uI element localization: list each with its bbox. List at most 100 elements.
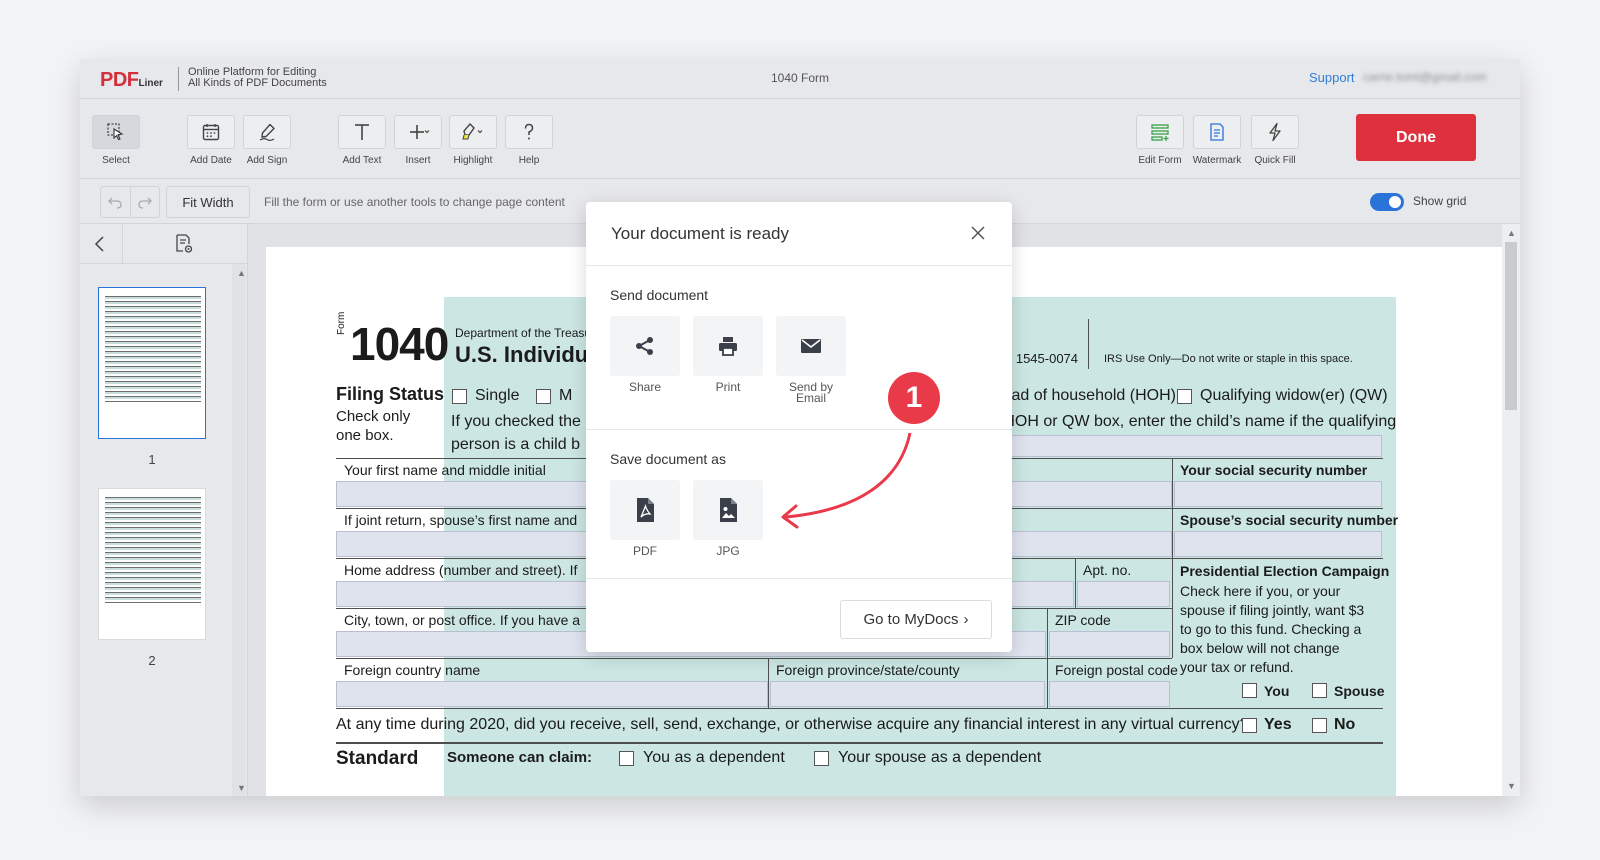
- single-checkbox[interactable]: [452, 389, 467, 404]
- pec-you-label: You: [1264, 683, 1290, 699]
- zip-label: ZIP code: [1055, 612, 1111, 628]
- print-option[interactable]: Print: [693, 316, 763, 393]
- married-checkbox[interactable]: [536, 389, 551, 404]
- highlight-label: Highlight: [453, 155, 493, 166]
- edit-form-button[interactable]: [1136, 115, 1184, 149]
- scroll-down-arrow-icon[interactable]: ▼: [1507, 781, 1516, 791]
- add-text-button[interactable]: [338, 115, 386, 149]
- save-jpg-option[interactable]: JPG: [693, 480, 763, 557]
- help-tool[interactable]: Help: [504, 115, 554, 166]
- qw-checkbox[interactable]: [1177, 389, 1192, 404]
- print-button[interactable]: [693, 316, 763, 376]
- add-text-label: Add Text: [342, 155, 382, 166]
- calendar-icon: [202, 124, 220, 141]
- form-title: U.S. Individual: [455, 342, 607, 367]
- spouse-ssn-field[interactable]: [1174, 531, 1382, 557]
- apt-field[interactable]: [1077, 581, 1170, 607]
- foreign-province-field[interactable]: [770, 681, 1045, 707]
- send-email-option[interactable]: Send by Email: [776, 316, 846, 404]
- page-thumbnails-panel: 1 2 ▲ ▼: [80, 224, 248, 796]
- scrollbar-thumb[interactable]: [1505, 242, 1517, 410]
- spouse-dependent-checkbox[interactable]: [814, 751, 829, 766]
- add-sign-button[interactable]: [243, 115, 291, 149]
- qualifying-child-name-field[interactable]: [990, 435, 1382, 457]
- add-date-tool[interactable]: Add Date: [186, 115, 236, 166]
- select-cursor-icon: [107, 123, 124, 141]
- page-thumbnail-1[interactable]: [98, 287, 206, 439]
- save-pdf-option[interactable]: PDF: [610, 480, 680, 557]
- you-dependent-checkbox[interactable]: [619, 751, 634, 766]
- printer-icon: [719, 337, 737, 356]
- document-scrollbar[interactable]: ▲ ▼: [1502, 224, 1520, 796]
- help-button[interactable]: [505, 115, 553, 149]
- go-to-mydocs-button[interactable]: Go to MyDocs ›: [840, 600, 992, 639]
- undo-button[interactable]: [101, 187, 130, 217]
- redo-button[interactable]: [129, 187, 160, 217]
- print-label: Print: [715, 380, 741, 394]
- lightning-icon: [1269, 122, 1281, 142]
- document-settings-button[interactable]: [174, 233, 194, 260]
- insert-label: Insert: [405, 155, 431, 166]
- share-option[interactable]: Share: [610, 316, 680, 393]
- close-dialog-button[interactable]: [970, 225, 986, 246]
- single-label: Single: [475, 387, 520, 404]
- save-pdf-button[interactable]: [610, 480, 680, 540]
- hoh-label: Head of household (HOH): [991, 387, 1176, 404]
- page-thumbnail-2[interactable]: [98, 488, 206, 640]
- insert-button[interactable]: [394, 115, 442, 149]
- virtual-currency-question: At any time during 2020, did you receive…: [336, 716, 1249, 733]
- quick-fill-button[interactable]: [1251, 115, 1299, 149]
- foreign-country-field[interactable]: [336, 681, 768, 707]
- share-label: Share: [628, 380, 662, 394]
- scroll-up-arrow-icon[interactable]: ▲: [237, 268, 246, 278]
- highlight-button[interactable]: [449, 115, 497, 149]
- virtual-currency-yes-checkbox[interactable]: [1242, 718, 1257, 733]
- select-tool[interactable]: Select: [91, 115, 141, 166]
- thumbnails-scrollbar[interactable]: ▲ ▼: [232, 264, 246, 796]
- watermark-tool[interactable]: Watermark: [1192, 115, 1242, 166]
- fit-width-select[interactable]: Fit Width: [166, 186, 250, 218]
- standard-deduction-heading: Standard: [336, 748, 419, 769]
- virtual-currency-no-checkbox[interactable]: [1312, 718, 1327, 733]
- thumbnail-preview: [105, 296, 201, 402]
- watermark-button[interactable]: [1193, 115, 1241, 149]
- support-link[interactable]: Support: [1309, 70, 1355, 85]
- send-email-button[interactable]: [776, 316, 846, 376]
- show-grid-toggle[interactable]: [1370, 193, 1404, 211]
- edit-form-tool[interactable]: Edit Form: [1135, 115, 1185, 166]
- married-label: M: [559, 387, 573, 404]
- pen-sign-icon: [259, 123, 275, 142]
- question-mark-icon: [524, 123, 534, 140]
- if-checked-text-right: e HOH or QW box, enter the child’s name …: [990, 413, 1397, 430]
- foreign-country-label: Foreign country name: [344, 662, 481, 678]
- no-label: No: [1334, 716, 1356, 733]
- scroll-down-arrow-icon[interactable]: ▼: [237, 783, 246, 793]
- share-button[interactable]: [610, 316, 680, 376]
- redo-icon: [138, 197, 152, 209]
- insert-tool[interactable]: Insert: [393, 115, 443, 166]
- quick-fill-tool[interactable]: Quick Fill: [1250, 115, 1300, 166]
- home-address-label: Home address (number and street). If: [344, 562, 578, 578]
- foreign-postal-field[interactable]: [1049, 681, 1170, 707]
- send-email-label-line-2: Email: [795, 391, 826, 405]
- close-icon: [971, 226, 985, 240]
- thumbnail-preview: [105, 497, 201, 603]
- pec-spouse-checkbox[interactable]: [1312, 683, 1327, 698]
- undo-icon: [108, 197, 122, 209]
- mydocs-label: Go to MyDocs: [863, 611, 959, 628]
- highlight-tool[interactable]: Highlight: [448, 115, 498, 166]
- user-email[interactable]: carrie.tomt@gmail.com: [1363, 70, 1487, 84]
- ssn-field[interactable]: [1174, 481, 1382, 507]
- zip-field[interactable]: [1049, 631, 1170, 657]
- pec-you-checkbox[interactable]: [1242, 683, 1257, 698]
- save-jpg-button[interactable]: [693, 480, 763, 540]
- select-tool-button[interactable]: [92, 115, 140, 149]
- plus-icon: [410, 125, 430, 139]
- add-text-tool[interactable]: Add Text: [337, 115, 387, 166]
- done-button[interactable]: Done: [1356, 114, 1476, 161]
- add-date-button[interactable]: [187, 115, 235, 149]
- province-divider: [768, 658, 769, 708]
- add-sign-tool[interactable]: Add Sign: [242, 115, 292, 166]
- scroll-up-arrow-icon[interactable]: ▲: [1507, 228, 1516, 238]
- collapse-panel-button[interactable]: [92, 234, 108, 259]
